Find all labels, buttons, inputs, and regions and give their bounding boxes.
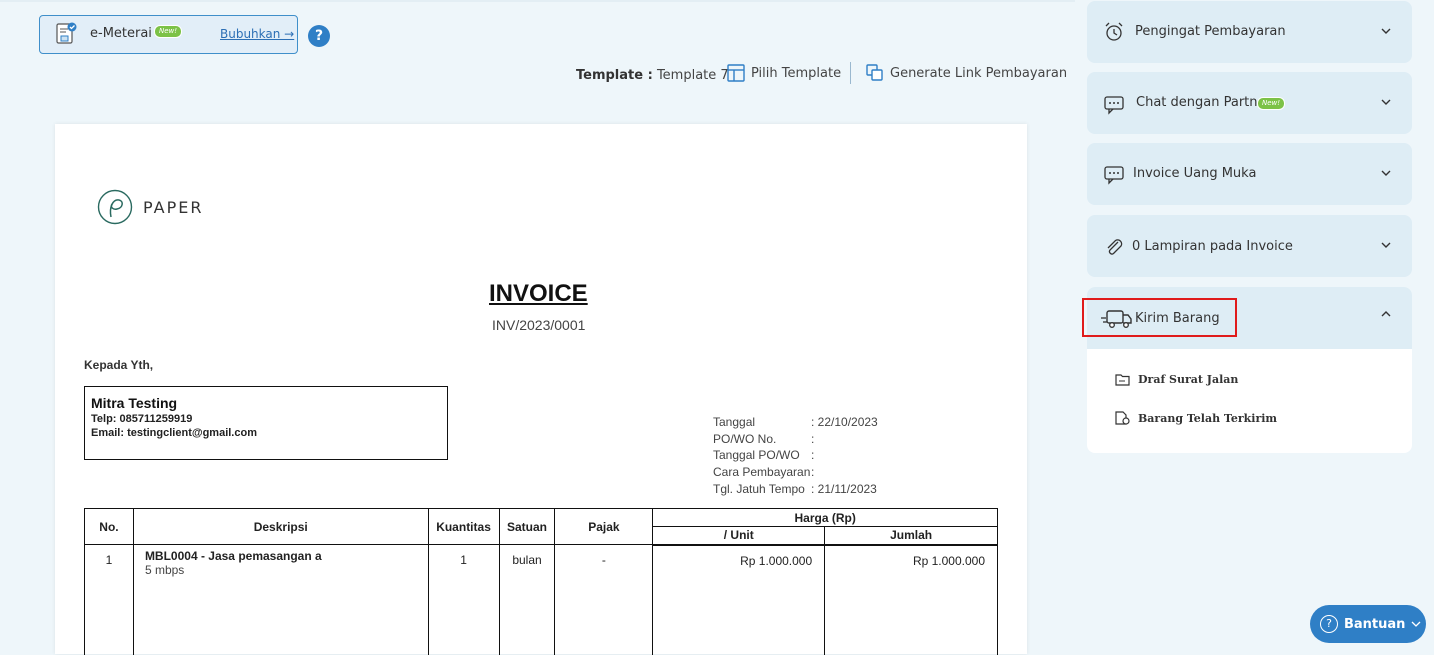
question-icon: ?	[1320, 615, 1338, 633]
chevron-up-icon	[1381, 311, 1391, 317]
sidebar-item-label: Invoice Uang Muka	[1133, 166, 1257, 181]
message-icon	[1104, 166, 1124, 185]
paperclip-icon	[1107, 239, 1123, 255]
sidebar-item-down-payment[interactable]: Invoice Uang Muka	[1087, 143, 1412, 205]
chevron-down-icon	[1381, 170, 1391, 176]
divider	[850, 62, 851, 84]
chevron-down-icon	[1381, 99, 1391, 105]
meta-value: :	[811, 431, 815, 446]
row-no: 1	[84, 544, 134, 655]
col-unit: Satuan	[498, 508, 556, 545]
chat-icon	[1104, 96, 1124, 115]
top-strip	[0, 0, 1075, 2]
row-tax: -	[554, 544, 654, 655]
meta-value: :	[811, 465, 815, 480]
bubuhkan-link[interactable]: Bubuhkan →	[220, 27, 294, 41]
document-check-icon	[1115, 411, 1130, 425]
generate-link-label: Generate Link Pembayaran	[890, 65, 1068, 81]
sidebar-item-attachments[interactable]: 0 Lampiran pada Invoice	[1087, 215, 1412, 277]
col-desc: Deskripsi	[132, 508, 429, 545]
new-badge: New!	[154, 25, 183, 38]
sidebar-item-payment-reminder[interactable]: Pengingat Pembayaran	[1087, 1, 1412, 63]
row-desc-detail: 5 mbps	[144, 563, 185, 577]
invoice-number: INV/2023/0001	[492, 317, 586, 333]
client-email: Email: testingclient@gmail.com	[91, 427, 257, 439]
invoice-title: INVOICE	[489, 280, 588, 307]
generate-link-button[interactable]: Generate Link Pembayaran	[866, 64, 1067, 82]
paper-logo-icon	[97, 189, 133, 225]
new-badge: New!	[1257, 97, 1286, 110]
pick-template-button[interactable]: Pilih Template	[727, 64, 841, 82]
col-qty: Kuantitas	[427, 508, 500, 545]
template-name: Template 7	[656, 67, 729, 83]
layout-icon	[727, 64, 745, 82]
client-phone: Telp: 085711259919	[91, 413, 193, 425]
folder-icon	[1115, 374, 1130, 386]
col-per-unit: / Unit	[652, 526, 826, 546]
sidebar-item-chat-partner[interactable]: Chat dengan Partner New!	[1087, 72, 1412, 134]
bantuan-label: Bantuan	[1344, 616, 1406, 632]
alarm-clock-icon	[1105, 22, 1123, 41]
company-logo: PAPER	[97, 189, 203, 225]
meta-key: Tanggal PO/WO	[713, 448, 800, 463]
template-indicator: Template : Template 7	[576, 65, 729, 85]
meta-value: : 21/11/2023	[811, 481, 877, 496]
meta-key: Tanggal	[713, 415, 756, 429]
client-box: Mitra Testing Telp: 085711259919 Email: …	[84, 386, 448, 460]
chevron-down-icon	[1411, 621, 1421, 627]
chevron-down-icon	[1381, 28, 1391, 34]
sidebar-item-label: Chat dengan Partner	[1136, 95, 1271, 110]
emeterai-banner[interactable]: e-Meterai New! Bubuhkan →	[39, 15, 298, 54]
chevron-down-icon	[1381, 242, 1391, 248]
pick-template-label: Pilih Template	[751, 65, 842, 81]
row-price: Rp 1.000.000	[652, 544, 826, 655]
sidebar-item-label: Pengingat Pembayaran	[1135, 24, 1286, 39]
highlight-box	[1082, 298, 1237, 337]
meta-value: : 22/10/2023	[811, 415, 878, 429]
sidebar-item-label: 0 Lampiran pada Invoice	[1132, 239, 1293, 254]
help-chat-button[interactable]: ? Bantuan	[1310, 605, 1426, 643]
invoice-items-table: No. Deskripsi Kuantitas Satuan Pajak Har…	[84, 508, 998, 655]
sub-item-barang-terkirim[interactable]: Barang Telah Terkirim	[1115, 411, 1277, 425]
col-tax: Pajak	[554, 508, 654, 545]
col-no: No.	[84, 508, 134, 545]
copy-icon	[866, 64, 883, 81]
table-row: 1 MBL0004 - Jasa pemasangan a 5 mbps 1 b…	[84, 544, 998, 655]
row-total: Rp 1.000.000	[824, 544, 998, 655]
recipient-label: Kepada Yth,	[84, 358, 154, 372]
invoice-preview: PAPER INVOICE INV/2023/0001 Kepada Yth, …	[55, 124, 1027, 655]
row-desc: MBL0004 - Jasa pemasangan a	[144, 549, 322, 563]
meta-key: Tgl. Jatuh Tempo	[713, 481, 805, 496]
stamp-document-icon	[56, 22, 77, 44]
row-unit: bulan	[498, 544, 556, 655]
col-total: Jumlah	[824, 526, 998, 546]
emeterai-label: e-Meterai	[90, 26, 152, 41]
meta-key: PO/WO No.	[713, 431, 777, 446]
sub-item-label: Draf Surat Jalan	[1138, 373, 1239, 386]
invoice-meta: Tanggal : 22/10/2023 PO/WO No.: Tanggal P…	[713, 414, 878, 498]
row-qty: 1	[427, 544, 500, 655]
sub-item-label: Barang Telah Terkirim	[1138, 411, 1278, 425]
sub-item-draf-surat-jalan[interactable]: Draf Surat Jalan	[1115, 373, 1238, 386]
help-icon[interactable]: ?	[308, 25, 330, 47]
meta-value: :	[811, 448, 815, 463]
client-name: Mitra Testing	[91, 395, 178, 411]
template-prefix: Template :	[576, 67, 653, 83]
col-price: Harga (Rp)	[652, 508, 998, 527]
meta-key: Cara Pembayaran	[713, 465, 811, 480]
logo-text: PAPER	[143, 197, 204, 217]
